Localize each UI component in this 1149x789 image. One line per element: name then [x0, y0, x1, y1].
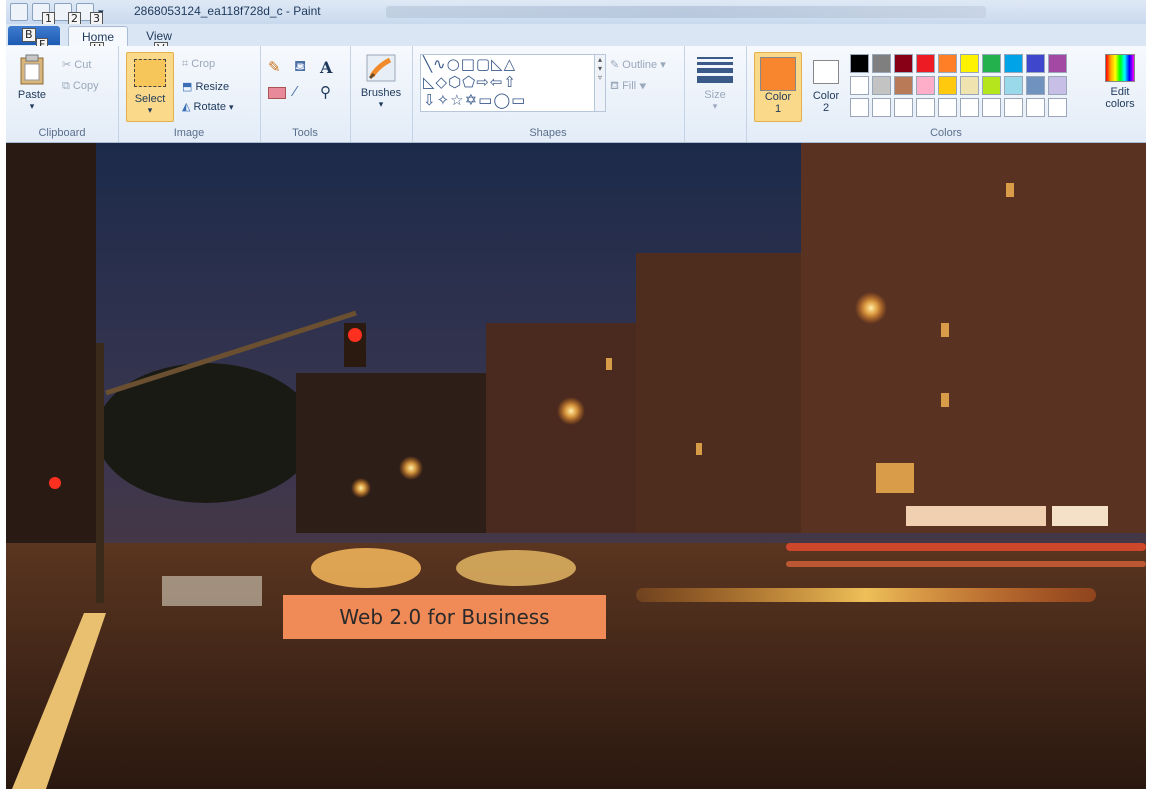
size-group: Size ▾	[684, 46, 747, 142]
image-group-label: Image	[173, 127, 205, 139]
tools-group-label: Tools	[292, 127, 318, 139]
colors-group: Color 1 Color 2 Edit colors Colors	[746, 46, 1146, 142]
palette-empty-swatch[interactable]	[938, 98, 957, 117]
image-group: Select ▾ ⌗ Crop ⬒ Resize ◭ Rotate ▾ Imag…	[118, 46, 261, 142]
scissors-icon: ✂	[62, 59, 72, 71]
select-button[interactable]: Select ▾	[126, 52, 174, 122]
fill-button[interactable]: ⛾ Fill ▾	[610, 80, 647, 94]
color-picker-icon[interactable]: ⁄	[294, 83, 318, 101]
outline-icon: ✎	[610, 59, 620, 71]
palette-swatch[interactable]	[872, 54, 891, 73]
palette-empty-swatch[interactable]	[960, 98, 979, 117]
shapes-group: ╲∿○□▢◺△ ◺◇⬡⬠⇨⇦⇧ ⇩✧☆✡▭◯▭ ▴ ▾ ▿ ✎ Outline ▾ …	[412, 46, 685, 142]
palette-empty-swatch[interactable]	[872, 98, 891, 117]
palette-empty-swatch[interactable]	[850, 98, 869, 117]
shapes-row-2: ◺◇⬡⬠⇨⇦⇧	[423, 73, 517, 91]
brushes-group: Brushes ▾	[350, 46, 413, 142]
copy-icon: ⧉	[62, 80, 70, 92]
resize-button[interactable]: ⬒ Resize	[182, 80, 229, 93]
ribbon: Paste ▾ ✂ Cut ⧉ Copy Clipboard Select ▾ …	[6, 46, 1146, 143]
palette-empty-swatch[interactable]	[1004, 98, 1023, 117]
palette-empty-swatch[interactable]	[1048, 98, 1067, 117]
city-night-photo	[6, 143, 1146, 789]
size-button[interactable]: Size ▾	[692, 54, 738, 112]
rotate-icon: ◭	[182, 101, 191, 113]
ribbon-tabs: B F Home H View V	[6, 24, 1146, 56]
brushes-dropdown-icon: ▾	[378, 99, 384, 109]
color2-button[interactable]: Color 2	[806, 52, 846, 114]
magnifier-icon[interactable]: ⚲	[320, 83, 344, 101]
paint-menu-icon[interactable]	[10, 3, 28, 21]
brushes-button[interactable]: Brushes ▾	[356, 52, 406, 110]
size-dropdown-icon: ▾	[712, 101, 718, 111]
palette-swatch[interactable]	[850, 76, 869, 95]
palette-swatch[interactable]	[916, 76, 935, 95]
color1-button[interactable]: Color 1	[754, 52, 802, 122]
palette-swatch[interactable]	[894, 54, 913, 73]
palette-swatch[interactable]	[982, 54, 1001, 73]
size-lines-icon	[697, 57, 733, 83]
text-icon[interactable]: A	[320, 58, 344, 77]
palette-swatch[interactable]	[1004, 54, 1023, 73]
outline-button[interactable]: ✎ Outline ▾	[610, 58, 666, 71]
palette-swatch[interactable]	[1026, 76, 1045, 95]
edit-colors-icon	[1105, 54, 1135, 82]
palette-swatch[interactable]	[1026, 54, 1045, 73]
palette-empty-swatch[interactable]	[894, 98, 913, 117]
palette-swatch[interactable]	[850, 54, 869, 73]
palette-swatch[interactable]	[960, 54, 979, 73]
palette-swatch[interactable]	[872, 76, 891, 95]
palette-swatch[interactable]	[982, 76, 1001, 95]
rotate-button[interactable]: ◭ Rotate ▾	[182, 100, 234, 113]
palette-swatch[interactable]	[894, 76, 913, 95]
select-dropdown-icon: ▾	[147, 105, 153, 115]
pencil-icon[interactable]: ✎	[268, 58, 292, 77]
cut-button[interactable]: ✂ Cut	[62, 58, 91, 71]
title-bar: ▾ 1 2 3 2868053124_ea118f728d_c - Paint	[6, 0, 1146, 26]
resize-icon: ⬒	[182, 81, 193, 93]
shapes-group-label: Shapes	[529, 127, 567, 139]
copy-button[interactable]: ⧉ Copy	[62, 80, 99, 93]
shapes-scroll[interactable]: ▴ ▾ ▿	[594, 54, 606, 112]
palette-swatch[interactable]	[938, 54, 957, 73]
tools-group: ✎ ⛾ A ⁄ ⚲ Tools	[260, 46, 351, 142]
color2-swatch	[813, 60, 839, 84]
clipboard-group: Paste ▾ ✂ Cut ⧉ Copy Clipboard	[6, 46, 119, 142]
color1-swatch	[760, 57, 796, 91]
clipboard-group-label: Clipboard	[38, 127, 86, 139]
rotate-dropdown-icon: ▾	[229, 102, 234, 112]
palette-swatch[interactable]	[1004, 76, 1023, 95]
palette-swatch[interactable]	[916, 54, 935, 73]
paste-icon	[20, 54, 44, 85]
blurred-title-region	[386, 6, 986, 18]
brush-icon	[366, 54, 396, 82]
fill-icon: ⛾	[610, 80, 619, 92]
fill-bucket-icon[interactable]: ⛾	[294, 58, 318, 77]
crop-button[interactable]: ⌗ Crop	[182, 58, 215, 71]
colors-group-label: Colors	[930, 127, 962, 139]
paste-dropdown-icon: ▾	[29, 101, 35, 111]
shapes-gallery[interactable]: ╲∿○□▢◺△ ◺◇⬡⬠⇨⇦⇧ ⇩✧☆✡▭◯▭	[420, 54, 596, 112]
palette-empty-swatch[interactable]	[982, 98, 1001, 117]
drawing-canvas[interactable]: Web 2.0 for Business	[6, 143, 1146, 789]
palette-swatch[interactable]	[1048, 76, 1067, 95]
select-icon	[134, 59, 166, 87]
overlay-caption: Web 2.0 for Business	[283, 595, 606, 639]
window-title: 2868053124_ea118f728d_c - Paint	[134, 4, 321, 18]
palette-swatch[interactable]	[938, 76, 957, 95]
shapes-row-1: ╲∿○□▢◺△	[423, 55, 517, 73]
color-palette	[850, 54, 1096, 120]
palette-swatch[interactable]	[1048, 54, 1067, 73]
palette-empty-swatch[interactable]	[916, 98, 935, 117]
keytip-b: B	[22, 28, 36, 42]
palette-empty-swatch[interactable]	[1026, 98, 1045, 117]
edit-colors-button[interactable]: Edit colors	[1098, 54, 1142, 110]
shapes-row-3: ⇩✧☆✡▭◯▭	[423, 91, 527, 109]
paint-window: ▾ 1 2 3 2868053124_ea118f728d_c - Paint …	[6, 0, 1146, 789]
crop-icon: ⌗	[182, 58, 189, 70]
eraser-icon[interactable]	[268, 87, 286, 99]
palette-swatch[interactable]	[960, 76, 979, 95]
paste-button[interactable]: Paste ▾	[12, 54, 52, 112]
